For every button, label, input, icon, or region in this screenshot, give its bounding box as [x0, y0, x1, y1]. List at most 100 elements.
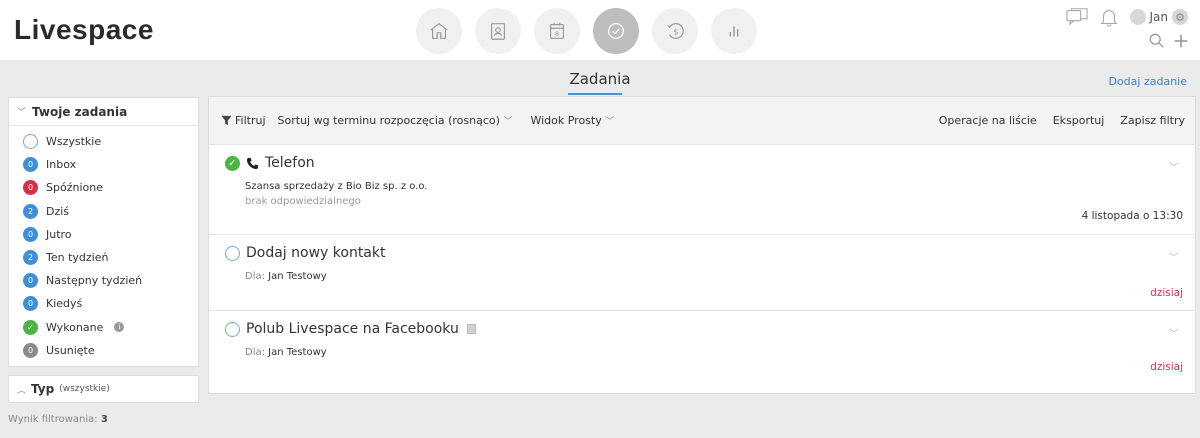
- chevron-down-icon[interactable]: ﹀: [1169, 249, 1179, 264]
- user-menu[interactable]: Jan ⚙: [1129, 9, 1188, 25]
- task-title: Dodaj nowy kontakt: [246, 245, 386, 261]
- chevron-down-icon: ﹀: [17, 108, 27, 118]
- nav-deals-button[interactable]: $: [652, 8, 698, 54]
- sidebar-item-label: Wszystkie: [46, 135, 102, 149]
- task-item[interactable]: Dodaj nowy kontakt ﹀ Dla: Jan Testowy dz…: [209, 235, 1195, 311]
- sidebar-item-tomorrow[interactable]: 0 Jutro: [9, 223, 198, 246]
- uncompleted-check-icon[interactable]: [225, 321, 240, 337]
- info-icon[interactable]: i: [114, 322, 125, 333]
- sidebar-item-label: Inbox: [46, 158, 77, 172]
- export-button[interactable]: Eksportuj: [1053, 114, 1105, 127]
- sort-label: Sortuj wg terminu rozpoczęcia (rosnąco): [277, 114, 500, 127]
- count-badge: 0: [23, 157, 38, 173]
- toolbar-actions: Operacje na liście Eksportuj Zapisz filt…: [939, 114, 1195, 127]
- page-title[interactable]: Zadania: [520, 70, 680, 88]
- avatar: [1129, 9, 1146, 25]
- task-title: Polub Livespace na Facebooku: [246, 321, 459, 337]
- sidebar-item-this-week[interactable]: 2 Ten tydzień: [9, 246, 198, 269]
- sidebar-item-label: Następny tydzień: [46, 274, 143, 288]
- nav-home-button[interactable]: [416, 8, 462, 54]
- sidebar-item-next-week[interactable]: 0 Następny tydzień: [9, 269, 198, 292]
- sidebar-item-all[interactable]: Wszystkie: [9, 130, 198, 153]
- count-badge: 0: [23, 296, 38, 312]
- chevron-down-icon: ﹀: [503, 117, 513, 127]
- task-assignee: Dla: Jan Testowy: [245, 271, 327, 282]
- task-responsible: brak odpowiedzialnego: [245, 196, 361, 207]
- phone-icon: [246, 157, 259, 170]
- view-dropdown[interactable]: Widok Prosty ﹀: [530, 114, 614, 127]
- sidebar-item-label: Spóźnione: [46, 181, 103, 195]
- sidebar-item-today[interactable]: 2 Dziś: [9, 200, 198, 223]
- main-nav: 8 $: [416, 8, 757, 54]
- add-task-link[interactable]: Dodaj zadanie: [1108, 75, 1187, 88]
- nav-calendar-button[interactable]: 8: [534, 8, 580, 54]
- task-item[interactable]: Polub Livespace na Facebooku ﹀ Dla: Jan …: [209, 311, 1195, 394]
- chevron-down-icon[interactable]: ﹀: [1169, 159, 1179, 174]
- list-toolbar: Filtruj Sortuj wg terminu rozpoczęcia (r…: [209, 97, 1195, 145]
- header-actions: [1148, 32, 1190, 50]
- task-title-row: ✓ Telefon: [225, 155, 315, 171]
- type-filter-label: Typ: [31, 382, 55, 396]
- nav-reports-button[interactable]: [711, 8, 757, 54]
- title-underline: [568, 93, 622, 95]
- calendar-day-label: 8: [555, 30, 559, 38]
- note-icon: [466, 324, 476, 334]
- sidebar-item-label: Jutro: [46, 227, 72, 241]
- your-tasks-panel: ﹀ Twoje zadania Wszystkie 0 Inbox 0 Spóź…: [8, 97, 199, 367]
- task-item[interactable]: ✓ Telefon ﹀ Szansa sprzedaży z Bio Biz s…: [209, 145, 1195, 235]
- sidebar-item-label: Usunięte: [46, 343, 95, 357]
- task-title-row: Dodaj nowy kontakt: [225, 245, 386, 261]
- task-filter-list: Wszystkie 0 Inbox 0 Spóźnione 2 Dziś 0 J…: [9, 126, 198, 362]
- your-tasks-heading: Twoje zadania: [32, 104, 128, 119]
- plus-icon[interactable]: [1172, 32, 1190, 50]
- livespace-logo[interactable]: Livespace: [14, 14, 154, 46]
- gear-icon[interactable]: ⚙: [1172, 9, 1188, 25]
- home-icon: [430, 22, 448, 39]
- task-related-deal[interactable]: Szansa sprzedaży z Bio Biz sp. z o.o.: [245, 181, 428, 192]
- assignee-name[interactable]: Jan Testowy: [268, 347, 327, 358]
- uncompleted-check-icon[interactable]: [225, 245, 240, 261]
- sidebar-item-someday[interactable]: 0 Kiedyś: [9, 292, 198, 315]
- chevron-up-icon: ︿: [17, 385, 27, 396]
- save-filters-button[interactable]: Zapisz filtry: [1120, 114, 1185, 127]
- assignee-name[interactable]: Jan Testowy: [268, 271, 327, 282]
- your-tasks-header[interactable]: ﹀ Twoje zadania: [9, 98, 198, 126]
- chevron-down-icon[interactable]: ﹀: [1169, 325, 1179, 340]
- task-title-row: Polub Livespace na Facebooku: [225, 321, 476, 337]
- search-icon[interactable]: [1148, 32, 1166, 50]
- task-due-date: dzisiaj: [1150, 361, 1183, 373]
- user-name: Jan: [1149, 10, 1169, 24]
- task-due-date: 4 listopada o 13:30: [1081, 210, 1183, 222]
- count-badge: 2: [23, 203, 38, 219]
- sidebar-item-inbox[interactable]: 0 Inbox: [9, 153, 198, 176]
- sort-dropdown[interactable]: Sortuj wg terminu rozpoczęcia (rosnąco) …: [278, 114, 513, 127]
- calendar-icon: 8: [549, 22, 565, 39]
- task-list-panel: Filtruj Sortuj wg terminu rozpoczęcia (r…: [208, 96, 1196, 394]
- sidebar-item-done[interactable]: ✓ Wykonane i: [9, 316, 198, 339]
- count-badge: 0: [23, 273, 38, 289]
- task-due-date: dzisiaj: [1150, 287, 1183, 299]
- count-badge: 0: [23, 180, 38, 196]
- type-filter-panel[interactable]: ︿ Typ (wszystkie): [8, 375, 199, 403]
- sidebar-item-deleted[interactable]: 0 Usunięte: [9, 339, 198, 362]
- sidebar-item-label: Wykonane: [46, 320, 104, 334]
- sidebar-item-overdue[interactable]: 0 Spóźnione: [9, 176, 198, 199]
- list-operations-button[interactable]: Operacje na liście: [939, 114, 1037, 127]
- filter-button[interactable]: Filtruj: [221, 114, 266, 127]
- count-badge: [23, 134, 38, 150]
- task-title: Telefon: [265, 155, 315, 171]
- chevron-down-icon: ﹀: [605, 117, 615, 127]
- contacts-icon: [490, 23, 506, 40]
- filter-result: Wynik filtrowania: 3: [8, 414, 108, 425]
- nav-tasks-button[interactable]: [593, 8, 639, 54]
- tasks-check-icon: [608, 23, 624, 39]
- bell-icon[interactable]: [1098, 7, 1120, 27]
- check-icon: ✓: [23, 319, 38, 335]
- completed-check-icon[interactable]: ✓: [225, 155, 240, 171]
- count-badge: 0: [23, 342, 38, 358]
- chat-icon[interactable]: [1065, 7, 1088, 27]
- assignee-label: Dla:: [245, 271, 265, 282]
- deals-money-icon: $: [667, 23, 684, 39]
- nav-contacts-button[interactable]: [475, 8, 521, 54]
- sidebar-item-label: Dziś: [46, 204, 70, 218]
